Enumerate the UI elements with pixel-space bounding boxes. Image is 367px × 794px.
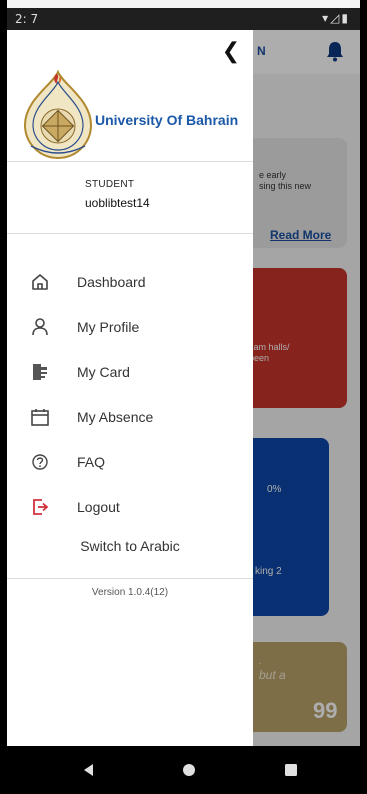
username: uoblibtest14 xyxy=(85,196,150,210)
system-nav-bar xyxy=(7,746,360,794)
menu-item-label: My Profile xyxy=(77,319,140,335)
calendar-icon xyxy=(31,409,49,426)
divider xyxy=(7,161,253,162)
menu-item-faq[interactable]: FAQ xyxy=(7,442,253,482)
recents-icon[interactable] xyxy=(279,758,303,782)
chevron-left-icon[interactable]: ❮ xyxy=(219,38,243,66)
logout-icon xyxy=(33,499,49,515)
status-time: 2: 7 xyxy=(15,12,39,26)
question-icon xyxy=(32,454,48,470)
navigation-drawer: ❮ University Of Bahrain STUDENT uoblibte… xyxy=(7,30,253,746)
university-logo xyxy=(23,70,93,159)
university-name: University Of Bahrain xyxy=(95,112,239,128)
menu-item-label: My Absence xyxy=(77,409,154,425)
menu-item-label: Logout xyxy=(77,499,120,515)
phone-screen: 2: 7 ▾◿▮ N e early sing this new Read Mo… xyxy=(7,0,360,794)
divider xyxy=(7,578,253,579)
menu-item-my-profile[interactable]: My Profile xyxy=(7,307,253,347)
user-role: STUDENT xyxy=(85,179,135,190)
menu-item-my-absence[interactable]: My Absence xyxy=(7,397,253,437)
app-version: Version 1.0.4(12) xyxy=(91,587,169,598)
id-card-icon xyxy=(33,364,47,380)
menu-item-label: Dashboard xyxy=(77,274,146,290)
switch-language-button[interactable]: Switch to Arabic xyxy=(7,538,253,554)
university-branding: University Of Bahrain xyxy=(19,70,249,160)
menu-item-dashboard[interactable]: Dashboard xyxy=(7,262,253,302)
back-icon[interactable] xyxy=(77,758,101,782)
home-icon xyxy=(32,274,48,290)
home-circle-icon[interactable] xyxy=(177,758,201,782)
divider xyxy=(7,233,253,234)
status-bar: 2: 7 ▾◿▮ xyxy=(7,8,360,30)
menu-item-my-card[interactable]: My Card xyxy=(7,352,253,392)
menu-item-label: FAQ xyxy=(77,454,106,470)
menu-item-label: My Card xyxy=(77,364,130,380)
person-icon xyxy=(32,318,48,336)
status-icons: ▾◿▮ xyxy=(322,11,350,25)
menu-item-logout[interactable]: Logout xyxy=(7,487,253,527)
